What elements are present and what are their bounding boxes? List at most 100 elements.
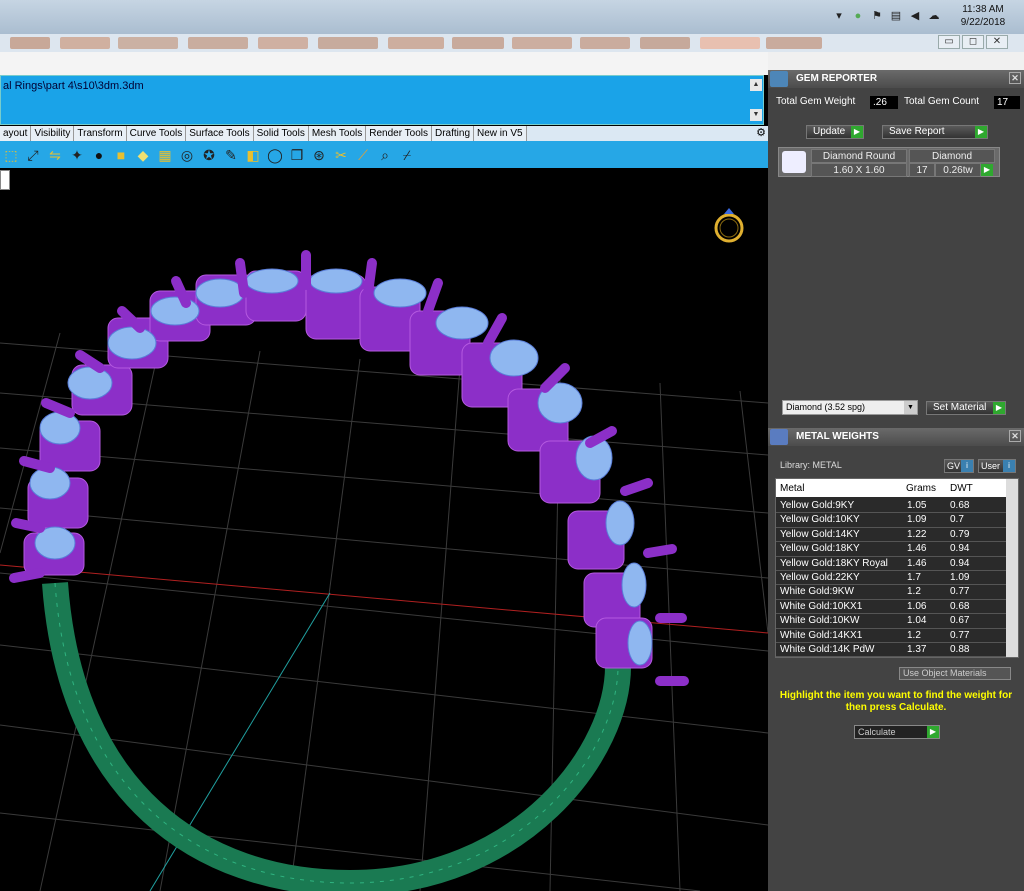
taskbar-tab[interactable] xyxy=(318,37,378,49)
network-icon[interactable]: ▤ xyxy=(889,9,903,23)
taskbar-tab[interactable] xyxy=(766,37,822,49)
taskbar-tab[interactable] xyxy=(118,37,178,49)
info-icon: i xyxy=(1003,460,1015,472)
pencil-icon[interactable]: ✎ xyxy=(222,146,240,164)
set-material-button[interactable]: Set Material ▶ xyxy=(926,401,1006,415)
taskbar-tab[interactable] xyxy=(512,37,572,49)
tab-curve-tools[interactable]: Curve Tools xyxy=(126,126,187,141)
metal-name: Yellow Gold:10KY xyxy=(780,514,860,526)
table-row[interactable]: White Gold:9KW 1.2 0.77 xyxy=(776,585,1006,600)
move-icon[interactable]: ⤢ xyxy=(24,146,42,164)
taskbar-tab[interactable] xyxy=(188,37,248,49)
table-scrollbar[interactable] xyxy=(1006,479,1018,657)
total-weight-label: Total Gem Weight xyxy=(776,96,856,107)
update-button[interactable]: Update ▶ xyxy=(806,125,864,139)
brush-icon[interactable]: ⟋ xyxy=(354,146,372,164)
taskbar-tab[interactable] xyxy=(60,37,110,49)
volume-icon[interactable]: ◀ xyxy=(908,9,922,23)
table-row[interactable]: Yellow Gold:9KY 1.05 0.68 xyxy=(776,499,1006,514)
close-icon[interactable]: ✕ xyxy=(1009,430,1021,442)
tab-surface-tools[interactable]: Surface Tools xyxy=(186,126,254,141)
magnify-icon[interactable]: ⌕ xyxy=(376,146,394,164)
tab-render-tools[interactable]: Render Tools xyxy=(366,126,432,141)
tab-solid-tools[interactable]: Solid Tools xyxy=(253,126,309,141)
gumball-icon[interactable]: ✦ xyxy=(68,146,86,164)
play-icon[interactable]: ▶ xyxy=(981,164,993,176)
metal-dwt: 0.68 xyxy=(950,500,970,511)
spiral-icon[interactable]: ◎ xyxy=(178,146,196,164)
system-tray: ▾ ● ⚑ ▤ ◀ ☁ xyxy=(832,8,941,24)
viewport-3d-scene[interactable] xyxy=(0,193,768,891)
tab-mesh-tools[interactable]: Mesh Tools xyxy=(308,126,367,141)
gem-list[interactable]: Diamond Round Diamond 1.60 X 1.60 17 0.2… xyxy=(778,147,1000,177)
clipboard-icon[interactable]: ✂ xyxy=(332,146,350,164)
flag-icon[interactable]: ⚑ xyxy=(870,9,884,23)
taskbar-tab[interactable] xyxy=(452,37,504,49)
calculate-button[interactable]: Calculate ▶ xyxy=(854,725,940,739)
surface-icon[interactable]: ◆ xyxy=(134,146,152,164)
metal-weights-table[interactable]: Metal Grams DWT Yellow Gold:9KY 1.05 0.68 … xyxy=(775,478,1019,658)
grid-icon[interactable]: ▦ xyxy=(156,146,174,164)
table-row[interactable]: White Gold:10KX1 1.06 0.68 xyxy=(776,600,1006,615)
wrench-icon[interactable]: ✪ xyxy=(200,146,218,164)
gv-button[interactable]: GV i xyxy=(944,459,974,473)
gear-icon[interactable]: ⚙ xyxy=(756,126,766,139)
save-report-button[interactable]: Save Report ▶ xyxy=(882,125,988,139)
dropper-icon[interactable]: ⌿ xyxy=(398,146,416,164)
tab-new-in-v5[interactable]: New in V5 xyxy=(474,126,527,141)
user-button[interactable]: User i xyxy=(978,459,1016,473)
taskbar-tab[interactable] xyxy=(388,37,444,49)
col-header-dwt: DWT xyxy=(950,483,973,494)
shank-wireframe xyxy=(54,582,619,884)
taskbar-tab[interactable] xyxy=(580,37,630,49)
total-weight-value: .26 xyxy=(870,96,898,109)
table-row[interactable]: Yellow Gold:18KY Royal 1.46 0.94 xyxy=(776,557,1006,571)
scroll-up-arrow-icon[interactable]: ▲ xyxy=(750,79,762,91)
gem-reporter-header: GEM REPORTER ✕ xyxy=(768,70,1024,88)
table-row[interactable]: Yellow Gold:22KY 1.7 1.09 xyxy=(776,571,1006,586)
cube-icon[interactable]: ❒ xyxy=(288,146,306,164)
scroll-down-arrow-icon[interactable]: ▼ xyxy=(750,109,762,121)
taskbar-tab[interactable] xyxy=(258,37,308,49)
use-object-materials-button[interactable]: Use Object Materials xyxy=(899,667,1011,680)
tab-transform[interactable]: Transform xyxy=(74,126,127,141)
gem-name: Diamond Round xyxy=(811,149,907,163)
table-row[interactable]: Yellow Gold:10KY 1.09 0.7 xyxy=(776,513,1006,528)
metal-grams: 1.46 xyxy=(907,543,927,555)
sphere-icon[interactable]: ● xyxy=(90,146,108,164)
chevron-up-icon[interactable]: ▾ xyxy=(832,9,846,23)
update-icon[interactable]: ● xyxy=(851,9,865,23)
close-icon[interactable]: ✕ xyxy=(1009,72,1021,84)
metal-dwt: 0.7 xyxy=(950,514,964,526)
tab-drafting[interactable]: Drafting xyxy=(431,126,474,141)
table-row[interactable]: White Gold:10KW 1.04 0.67 xyxy=(776,614,1006,629)
minimize-button[interactable]: ▭ xyxy=(938,35,960,49)
material-select[interactable]: Diamond (3.52 spg) ▼ xyxy=(782,400,918,415)
globe-icon[interactable]: ◯ xyxy=(266,146,284,164)
ring-view-icon[interactable] xyxy=(712,206,746,244)
taskbar-tab[interactable] xyxy=(10,37,50,49)
taskbar-tab-active[interactable] xyxy=(700,37,760,49)
maximize-button[interactable]: ◻ xyxy=(962,35,984,49)
table-row[interactable]: White Gold:14K PdW 1.37 0.88 xyxy=(776,643,1006,657)
command-area[interactable]: al Rings\part 4\s10\3dm.3dm ▲ ▼ xyxy=(0,75,764,125)
taskbar-tab[interactable] xyxy=(640,37,690,49)
target-icon[interactable]: ⊛ xyxy=(310,146,328,164)
metal-dwt: 0.67 xyxy=(950,615,970,627)
viewport-tab[interactable] xyxy=(0,170,10,190)
table-row[interactable]: Yellow Gold:18KY 1.46 0.94 xyxy=(776,542,1006,557)
close-button[interactable]: ✕ xyxy=(986,35,1008,49)
system-clock[interactable]: 11:38 AM 9/22/2018 xyxy=(948,3,1018,29)
cloud-icon[interactable]: ☁ xyxy=(927,9,941,23)
select-icon[interactable]: ⬚ xyxy=(2,146,20,164)
use-object-materials-label: Use Object Materials xyxy=(903,668,987,678)
eraser-icon[interactable]: ◧ xyxy=(244,146,262,164)
tab-layout[interactable]: ayout xyxy=(0,126,32,141)
table-row[interactable]: White Gold:14KX1 1.2 0.77 xyxy=(776,629,1006,643)
instruction-note: Highlight the item you want to find the … xyxy=(779,690,1013,713)
metal-grams: 1.7 xyxy=(907,572,921,583)
table-row[interactable]: Yellow Gold:14KY 1.22 0.79 xyxy=(776,528,1006,543)
box-icon[interactable]: ■ xyxy=(112,146,130,164)
flip-icon[interactable]: ⇋ xyxy=(46,146,64,164)
tab-visibility[interactable]: Visibility xyxy=(31,126,75,141)
